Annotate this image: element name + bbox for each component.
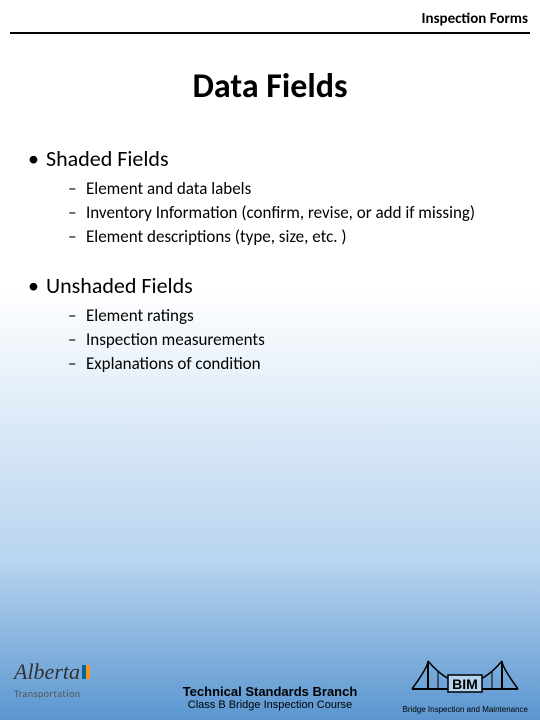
bridge-icon: BIM (410, 649, 520, 699)
header-rule (10, 32, 530, 34)
bullet-label: Shaded Fields (46, 145, 169, 172)
slide-title: Data Fields (0, 66, 540, 107)
sub-list-shaded: – Element and data labels – Inventory In… (68, 178, 520, 248)
list-item: – Element descriptions (type, size, etc.… (68, 226, 520, 248)
dash-icon: – (68, 353, 86, 375)
alberta-logo: Alberta (14, 659, 90, 685)
footer: Alberta Transportation Technical Standar… (0, 630, 540, 720)
dash-icon: – (68, 226, 86, 248)
list-item: – Explanations of condition (68, 353, 520, 375)
dash-icon: – (68, 329, 86, 351)
bim-acronym: BIM (452, 676, 478, 692)
bim-caption: Bridge Inspection and Maintenance (403, 705, 528, 714)
alberta-wordmark: Alberta (14, 659, 80, 684)
sub-list-unshaded: – Element ratings – Inspection measureme… (68, 305, 520, 375)
list-item: – Element ratings (68, 305, 520, 327)
bullet-label: Unshaded Fields (46, 272, 193, 299)
list-item: – Inventory Information (confirm, revise… (68, 202, 520, 224)
footer-center-line2: Class B Bridge Inspection Course (183, 699, 358, 712)
sub-item-text: Inspection measurements (86, 329, 265, 351)
sub-item-text: Element ratings (86, 305, 194, 327)
bullet-dot-icon: • (28, 145, 46, 172)
footer-center-line1: Technical Standards Branch (183, 684, 358, 699)
bullet-dot-icon: • (28, 272, 46, 299)
content-area: • Shaded Fields – Element and data label… (0, 145, 540, 376)
footer-left-logo: Alberta Transportation (14, 659, 90, 700)
bullet-unshaded-fields: • Unshaded Fields (28, 272, 520, 299)
sub-item-text: Element and data labels (86, 178, 251, 200)
dash-icon: – (68, 202, 86, 224)
bullet-shaded-fields: • Shaded Fields (28, 145, 520, 172)
alberta-swoosh-icon (82, 665, 90, 679)
sub-item-text: Explanations of condition (86, 353, 261, 375)
dash-icon: – (68, 178, 86, 200)
header-label: Inspection Forms (0, 0, 540, 32)
transportation-label: Transportation (14, 687, 90, 700)
footer-right: BIM Bridge Inspection and Maintenance (403, 649, 528, 714)
footer-center: Technical Standards Branch Class B Bridg… (183, 684, 358, 712)
dash-icon: – (68, 305, 86, 327)
sub-item-text: Inventory Information (confirm, revise, … (86, 202, 475, 224)
list-item: – Inspection measurements (68, 329, 520, 351)
sub-item-text: Element descriptions (type, size, etc. ) (86, 226, 347, 248)
list-item: – Element and data labels (68, 178, 520, 200)
